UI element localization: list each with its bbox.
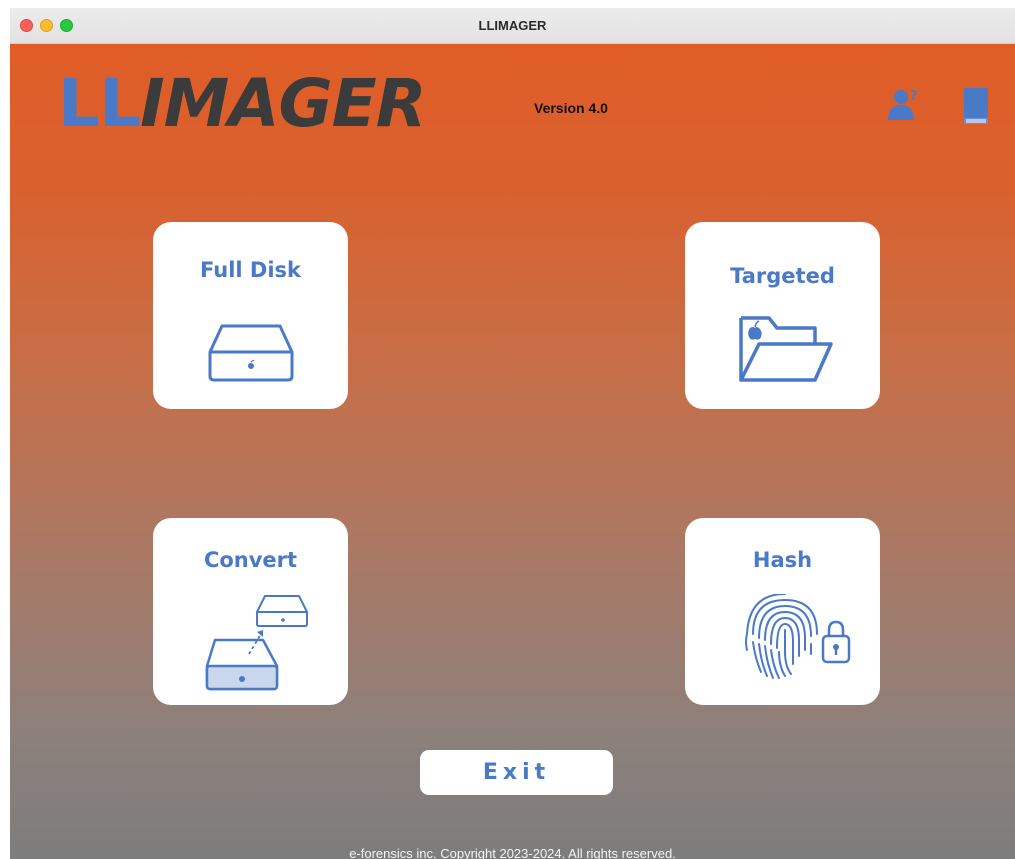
hash-button[interactable]: Hash xyxy=(685,518,880,705)
copyright-text: e-forensics inc. Copyright 2023-2024. Al… xyxy=(349,846,676,859)
logo-imager: IMAGER xyxy=(140,65,426,142)
disk-drive-icon xyxy=(208,324,294,382)
convert-label: Convert xyxy=(203,548,298,572)
user-help-icon[interactable]: ? xyxy=(886,86,920,122)
logo-ll: LL xyxy=(58,65,141,142)
main-content: LLIMAGER Version 4.0 ? Full Disk Targete… xyxy=(10,44,1015,859)
version-label: Version 4.0 xyxy=(534,100,608,116)
fingerprint-lock-icon xyxy=(745,594,851,679)
full-disk-label: Full Disk xyxy=(199,258,302,282)
app-window: LLIMAGER LLIMAGER Version 4.0 ? Full Dis… xyxy=(10,8,1015,859)
hash-label: Hash xyxy=(752,548,813,572)
convert-button[interactable]: Convert xyxy=(153,518,348,705)
title-bar: LLIMAGER xyxy=(10,8,1015,44)
targeted-label: Targeted xyxy=(730,264,835,288)
svg-text:?: ? xyxy=(910,89,918,104)
targeted-button[interactable]: Targeted xyxy=(685,222,880,409)
convert-drives-icon xyxy=(205,595,308,691)
book-icon[interactable] xyxy=(962,86,990,126)
exit-button[interactable]: Exit xyxy=(420,750,613,795)
window-title: LLIMAGER xyxy=(478,18,547,33)
full-disk-button[interactable]: Full Disk xyxy=(153,222,348,409)
app-logo: LLIMAGER xyxy=(58,64,427,144)
open-folder-icon xyxy=(739,316,833,382)
